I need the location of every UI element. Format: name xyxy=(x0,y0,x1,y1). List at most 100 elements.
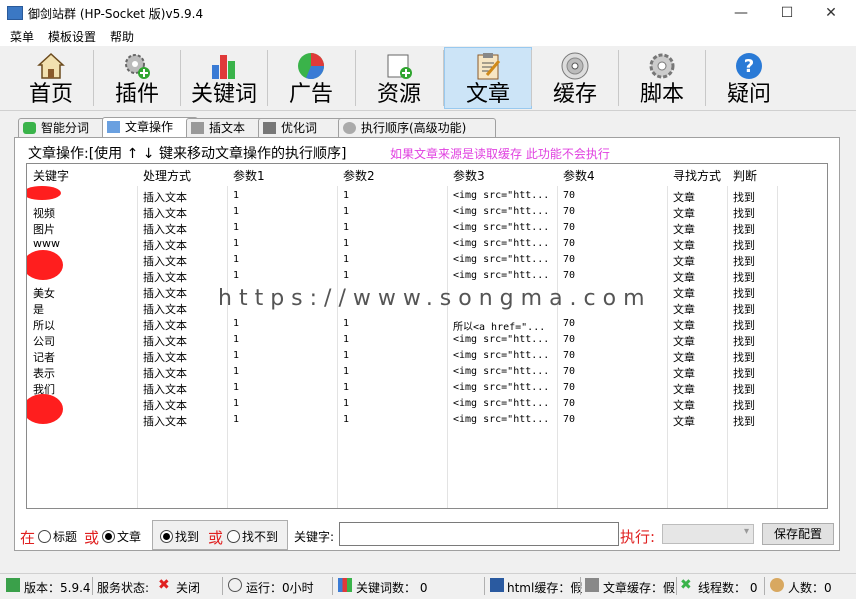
column-header[interactable]: 参数4 xyxy=(563,167,595,184)
table-cell: 文章 xyxy=(673,351,695,364)
radio-article[interactable] xyxy=(102,530,115,543)
table-cell: 1 xyxy=(233,366,240,377)
table-cell: 找到 xyxy=(733,255,755,268)
tab-article-operations[interactable]: 文章操作 xyxy=(102,117,198,138)
group-title: 文章操作:[使用 ↑ ↓ 键来移动文章操作的执行顺序] xyxy=(28,146,347,162)
table-cell: 找到 xyxy=(733,399,755,412)
table-row[interactable]: www 插入文本 1 1 <img src="htt... 70 文章 找到 xyxy=(27,236,827,252)
in-label: 在 xyxy=(20,529,36,547)
table-row[interactable]: 表示 插入文本 1 1 <img src="htt... 70 文章 找到 xyxy=(27,364,827,380)
table-cell: 视频 xyxy=(33,207,55,220)
table-row[interactable]: 插入文本 1 1 <img src="htt... 70 文章 找到 xyxy=(27,412,827,428)
tool-home[interactable]: 首页 xyxy=(8,48,94,108)
column-header[interactable]: 判断 xyxy=(733,167,757,184)
table-cell: 插入文本 xyxy=(143,319,187,332)
tab-execution-order[interactable]: 执行顺序(高级功能) xyxy=(338,118,496,137)
or-label: 或 xyxy=(84,529,100,547)
close-button[interactable]: ✕ xyxy=(808,0,854,26)
table-cell: <img src="htt... xyxy=(453,366,550,377)
column-header[interactable]: 参数3 xyxy=(453,167,485,184)
table-cell: <img src="htt... xyxy=(453,190,550,201)
table-row[interactable]: 我们 插入文本 1 1 <img src="htt... 70 文章 找到 xyxy=(27,380,827,396)
table-cell: 插入文本 xyxy=(143,415,187,428)
table-row[interactable]: 插入文本 1 1 <img src="htt... 70 文章 找到 xyxy=(27,396,827,412)
table-cell: 1 xyxy=(343,414,350,425)
table-cell: 1 xyxy=(343,222,350,233)
column-header[interactable]: 参数2 xyxy=(343,167,375,184)
keyword-input[interactable] xyxy=(339,522,619,546)
minimize-button[interactable]: — xyxy=(718,0,764,26)
keyword-label: 关键字: xyxy=(294,530,335,544)
tool-label: 关键词 xyxy=(190,82,257,107)
bar-chart-icon xyxy=(212,55,235,79)
tool-scripts[interactable]: 脚本 xyxy=(619,48,705,108)
table-cell: 1 xyxy=(233,254,240,265)
table-row[interactable]: 所以 插入文本 1 1 所以<a href="... 70 文章 找到 xyxy=(27,316,827,333)
column-header[interactable]: 处理方式 xyxy=(143,167,191,184)
table-cell: 找到 xyxy=(733,207,755,220)
table-cell: 70 xyxy=(563,334,576,345)
menu-main[interactable]: 菜单 xyxy=(10,28,34,45)
table-row[interactable]: 插入文本 1 1 <img src="htt... 70 文章 找到 xyxy=(27,268,827,284)
table-cell: 1 xyxy=(343,190,350,201)
tool-plugins[interactable]: 插件 xyxy=(94,48,180,108)
tool-cache[interactable]: 缓存 xyxy=(532,48,618,108)
table-cell: 70 xyxy=(563,382,576,393)
menu-bar: 菜单 模板设置 帮助 xyxy=(0,26,856,46)
table-cell: 70 xyxy=(563,206,576,217)
table-cell: 1 xyxy=(233,382,240,393)
table-row[interactable]: 插入文本 1 1 <img src="htt... 70 文章 找到 xyxy=(27,252,827,268)
table-cell: 70 xyxy=(563,222,576,233)
menu-help[interactable]: 帮助 xyxy=(110,28,134,45)
table-cell: <img src="htt... xyxy=(453,270,550,281)
tool-resources[interactable]: 资源 xyxy=(356,48,442,108)
tool-ads[interactable]: 广告 xyxy=(268,48,354,108)
table-row[interactable]: 公司 插入文本 1 1 <img src="htt... 70 文章 找到 xyxy=(27,332,827,348)
table-cell: 是 xyxy=(33,303,44,316)
column-header[interactable]: 关键字 xyxy=(33,167,69,184)
status-runtime: 运行：0小时 xyxy=(246,581,314,595)
radio-title[interactable] xyxy=(38,530,51,543)
table-row[interactable]: 记者 插入文本 1 1 <img src="htt... 70 文章 找到 xyxy=(27,348,827,364)
tool-articles[interactable]: 文章 xyxy=(444,47,532,109)
table-cell: 1 xyxy=(233,398,240,409)
table-row[interactable]: 插入文本 1 1 <img src="htt... 70 文章 找到 xyxy=(27,188,827,204)
table-cell: 1 xyxy=(343,366,350,377)
radio-found[interactable] xyxy=(160,530,173,543)
table-cell: 文章 xyxy=(673,255,695,268)
execute-select[interactable]: ▾ xyxy=(662,524,754,544)
table-cell: 插入文本 xyxy=(143,207,187,220)
table-cell: 1 xyxy=(343,382,350,393)
table-cell: 70 xyxy=(563,318,576,329)
chevron-down-icon: ▾ xyxy=(743,526,749,537)
status-service-label: 服务状态: xyxy=(97,581,150,595)
tool-keywords[interactable]: 关键词 xyxy=(181,48,267,108)
status-threads: 线程数： 0 xyxy=(698,581,758,595)
column-header[interactable]: 寻找方式 xyxy=(673,167,721,184)
heart-icon xyxy=(23,122,36,134)
table-cell: 找到 xyxy=(733,271,755,284)
table-cell: 插入文本 xyxy=(143,399,187,412)
column-header[interactable]: 参数1 xyxy=(233,167,265,184)
table-cell: 插入文本 xyxy=(143,335,187,348)
tab-smart-segmentation[interactable]: 智能分词 xyxy=(18,118,114,137)
status-service-value: 关闭 xyxy=(176,581,201,595)
table-cell: 美女 xyxy=(33,287,55,300)
article-ops-table[interactable]: 关键字 处理方式 参数1 参数2 参数3 参数4 寻找方式 判断 插入文本 1 1 <img src… xyxy=(26,163,828,509)
table-cell: 文章 xyxy=(673,415,695,428)
table-cell: 插入文本 xyxy=(143,223,187,236)
table-cell: 1 xyxy=(233,270,240,281)
radio-not-found[interactable] xyxy=(227,530,240,543)
table-cell: 找到 xyxy=(733,287,755,300)
tool-help[interactable]: ? 疑问 xyxy=(706,48,792,108)
save-config-button[interactable]: 保存配置 xyxy=(762,523,834,545)
table-row[interactable]: 图片 插入文本 1 1 <img src="htt... 70 文章 找到 xyxy=(27,220,827,236)
table-cell: 1 xyxy=(233,206,240,217)
version-icon xyxy=(6,578,20,592)
maximize-button[interactable]: ☐ xyxy=(764,0,810,26)
menu-template-settings[interactable]: 模板设置 xyxy=(48,28,96,45)
table-cell: 所以 xyxy=(33,319,55,332)
table-row[interactable]: 视频 插入文本 1 1 <img src="htt... 70 文章 找到 xyxy=(27,204,827,220)
table-cell: <img src="htt... xyxy=(453,222,550,233)
table-cell: 1 xyxy=(343,270,350,281)
